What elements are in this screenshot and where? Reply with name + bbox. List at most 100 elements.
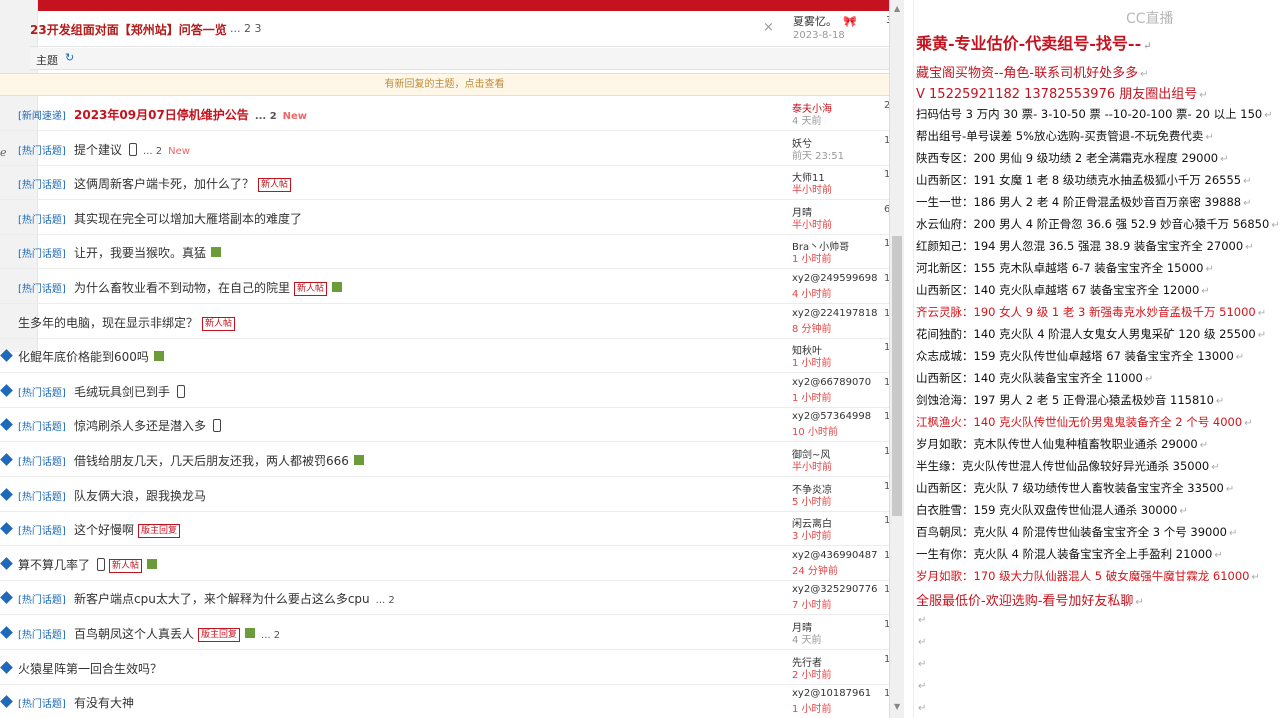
thread-category[interactable]: [热门话题] — [18, 488, 66, 503]
document-line[interactable]: 江枫渔火：140 克火队传世仙无价男鬼鬼装备齐全 2 个号 4000 ↵ — [916, 414, 1253, 430]
thread-pages[interactable]: ... 2 — [376, 595, 395, 606]
document-line[interactable]: 乘黄-专业估价-代卖组号-找号-- ↵ — [916, 30, 1152, 54]
thread-category[interactable]: [热门话题] — [18, 695, 66, 710]
thread-title-wrap[interactable]: 提个建议 ... 2 New — [74, 141, 190, 158]
table-row[interactable]: [热门话题] 为什么畜牧业看不到动物，在自己的院里 新人帖 xy2@249599698… — [0, 270, 889, 304]
sticky-author-name[interactable]: 夏雾忆。 — [793, 15, 837, 28]
document-line[interactable]: ↵ — [916, 678, 926, 692]
table-row[interactable]: [热门话题] 这俩周新客户端卡死，加什么了？ 新人帖 大师11 半小时前 1 — [0, 166, 889, 201]
table-row[interactable]: [热门话题] 百鸟朝凤这个人真丢人 版主回复... 2 月晴 4 天前 1 — [0, 616, 889, 650]
thread-title[interactable]: 提个建议 — [74, 143, 122, 157]
document-line[interactable]: 山西新区：140 克火队装备宝宝齐全 11000 ↵ — [916, 370, 1153, 386]
thread-title[interactable]: 化鲲年底价格能到600吗 — [18, 350, 149, 364]
scrollbar[interactable]: ▲ ▼ — [889, 0, 904, 718]
document-line[interactable]: ↵ — [916, 634, 926, 648]
document-line[interactable]: 陕西专区：200 男仙 9 级功绩 2 老全满霜克水程度 29000 ↵ — [916, 150, 1229, 166]
thread-category[interactable]: [热门话题] — [18, 142, 66, 157]
table-row[interactable]: [热门话题] 让开，我要当猴吹。真猛 Bra丶小帅哥 1 小时前 1 — [0, 235, 889, 270]
document-line[interactable]: 红颜知己：194 男人忽混 36.5 强混 38.9 装备宝宝齐全 27000 ↵ — [916, 238, 1254, 254]
thread-title-wrap[interactable]: 为什么畜牧业看不到动物，在自己的院里 新人帖 — [74, 279, 343, 296]
thread-category[interactable]: [热门话题] — [18, 384, 66, 399]
thread-title[interactable]: 为什么畜牧业看不到动物，在自己的院里 — [74, 281, 290, 295]
thread-pages[interactable]: ... 2 — [255, 111, 277, 122]
document-line[interactable]: 藏宝阁买物资--角色-联系司机好处多多 ↵ — [916, 62, 1148, 81]
table-row[interactable]: [新闻速递] 2023年09月07日停机维护公告... 2 New 泰夫小海 4 天前 2 — [0, 97, 889, 131]
thread-category[interactable]: [热门话题] — [18, 626, 66, 641]
thread-category[interactable]: [热门话题] — [18, 453, 66, 468]
table-row[interactable]: [热门话题] 借钱给朋友几天，几天后朋友还我，两人都被罚666 御剑~风 半小时前 1 — [0, 443, 889, 477]
sticky-pages[interactable]: ... 2 3 — [230, 22, 261, 35]
document-line[interactable]: V 15225921182 13782553976 朋友圈出组号 ↵ — [916, 83, 1208, 102]
thread-category[interactable]: [热门话题] — [18, 211, 66, 226]
thread-title[interactable]: 队友俩大浪，跟我换龙马 — [74, 489, 206, 503]
thread-pages[interactable]: ... 2 — [261, 630, 280, 641]
scroll-up-icon[interactable]: ▲ — [894, 4, 900, 13]
document-line[interactable]: 岁月如歌：克木队传世人仙鬼种植畜牧职业通杀 29000 ↵ — [916, 436, 1208, 452]
document-line[interactable]: 全服最低价-欢迎选购-看号加好友私聊 ↵ — [916, 590, 1144, 609]
thread-title-wrap[interactable]: 算不算几率了 新人帖 — [18, 556, 158, 573]
thread-author[interactable]: xy2@249599698 — [792, 273, 877, 284]
thread-title[interactable]: 毛绒玩具剑已到手 — [74, 385, 170, 399]
thread-title[interactable]: 这个好慢啊 — [74, 523, 134, 537]
table-row[interactable]: 化鲲年底价格能到600吗 知秋叶 1 小时前 1 — [0, 339, 889, 374]
table-row[interactable]: [热门话题] 新客户端点cpu太大了，来个解释为什么要占这么多cpu ... 2 xy… — [0, 581, 889, 616]
table-row[interactable]: 算不算几率了 新人帖 xy2@436990487 24 分钟前 1 — [0, 547, 889, 581]
document-line[interactable]: 山西新区：191 女魔 1 老 8 级功绩克水抽孟极狐小千万 26555 ↵ — [916, 172, 1252, 188]
thread-author[interactable]: xy2@224197818 — [792, 308, 877, 319]
thread-title[interactable]: 这俩周新客户端卡死，加什么了？ — [74, 177, 254, 191]
thread-title[interactable]: 让开，我要当猴吹。真猛 — [74, 246, 206, 260]
document-line[interactable]: 花间独酌：140 克火队 4 阶混人女鬼女人男鬼采矿 120 级 25500 ↵ — [916, 326, 1266, 342]
thread-category[interactable]: [热门话题] — [18, 176, 66, 191]
thread-title[interactable]: 有没有大神 — [74, 696, 134, 710]
sticky-title[interactable]: 23开发组面对面【郑州站】问答一览 — [30, 21, 227, 38]
thread-title-wrap[interactable]: 化鲲年底价格能到600吗 — [18, 348, 164, 365]
document-line[interactable]: 剑蚀沧海：197 男人 2 老 5 正骨混心猿孟极妙音 115810 ↵ — [916, 392, 1224, 408]
document-line[interactable]: 一生一世：186 男人 2 老 4 阶正骨混孟极妙音百万亲密 39888 ↵ — [916, 194, 1252, 210]
thread-title[interactable]: 新客户端点cpu太大了，来个解释为什么要占这么多cpu — [74, 592, 370, 606]
table-row[interactable]: [热门话题] 这个好慢啊 版主回复 闲云离白 3 小时前 1 — [0, 512, 889, 547]
document-line[interactable]: 山西新区：克火队 7 级功绩传世人畜牧装备宝宝齐全 33500 ↵ — [916, 480, 1234, 496]
thread-title-wrap[interactable]: 有没有大神 — [74, 694, 134, 711]
thread-title-wrap[interactable]: 百鸟朝凤这个人真丢人 版主回复 ... 2 — [74, 625, 280, 642]
document-line[interactable]: 半生缘：克火队传世混人传世仙品像较好异光通杀 35000 ↵ — [916, 458, 1220, 474]
document-line[interactable]: 岁月如歌：170 级大力队仙器混人 5 破女魔强牛魔甘霖龙 61000 ↵ — [916, 568, 1260, 584]
thread-author[interactable]: xy2@57364998 — [792, 411, 871, 422]
table-row[interactable]: [热门话题] 提个建议... 2 New 妖兮 前天 23:51 1 — [0, 132, 889, 166]
document-line[interactable]: 河北新区：155 克木队卓越塔 6-7 装备宝宝齐全 15000 ↵ — [916, 260, 1214, 276]
thread-author[interactable]: xy2@66789070 — [792, 377, 871, 388]
table-row[interactable]: [热门话题] 其实现在完全可以增加大雁塔副本的难度了 月晴 半小时前 6 — [0, 201, 889, 235]
document-line[interactable]: 齐云灵脉：190 女人 9 级 1 老 3 新强毒克水妙音孟极千万 51000 ↵ — [916, 304, 1266, 320]
table-row[interactable]: 火猿星阵第一回合生效吗？ 先行者 2 小时前 1 — [0, 651, 889, 685]
thread-title-wrap[interactable]: 2023年09月07日停机维护公告 ... 2 New — [74, 106, 307, 123]
document-line[interactable]: 帮出组号-单号误差 5%放心选购-买责管退-不玩免费代卖 ↵ — [916, 128, 1214, 144]
thread-title-wrap[interactable]: 毛绒玩具剑已到手 — [74, 383, 186, 400]
thread-category[interactable]: [热门话题] — [18, 522, 66, 537]
thread-title-wrap[interactable]: 火猿星阵第一回合生效吗？ — [18, 660, 162, 677]
thread-title-wrap[interactable]: 其实现在完全可以增加大雁塔副本的难度了 — [74, 210, 302, 227]
thread-pages[interactable]: ... 2 — [143, 146, 162, 157]
thread-author[interactable]: xy2@10187961 — [792, 688, 871, 699]
thread-category[interactable]: [热门话题] — [18, 280, 66, 295]
document-line[interactable]: 山西新区：140 克火队卓越塔 67 装备宝宝齐全 12000 ↵ — [916, 282, 1210, 298]
thread-title[interactable]: 百鸟朝凤这个人真丢人 — [74, 627, 194, 641]
thread-title[interactable]: 其实现在完全可以增加大雁塔副本的难度了 — [74, 212, 302, 226]
thread-title[interactable]: 算不算几率了 — [18, 558, 90, 572]
document-line[interactable]: 一生有你：克火队 4 阶混人装备宝宝齐全上手盈利 21000 ↵ — [916, 546, 1223, 562]
document-line[interactable]: ↵ — [916, 700, 926, 714]
thread-title-wrap[interactable]: 让开，我要当猴吹。真猛 — [74, 244, 222, 261]
document-line[interactable]: 百鸟朝凤：克火队 4 阶混传世仙装备宝宝齐全 3 个号 39000 ↵ — [916, 524, 1237, 540]
thread-title[interactable]: 火猿星阵第一回合生效吗？ — [18, 662, 162, 676]
thread-title-wrap[interactable]: 惊鸿刷杀人多还是潜入多 — [74, 417, 222, 434]
thread-title[interactable]: 借钱给朋友几天，几天后朋友还我，两人都被罚666 — [74, 454, 349, 468]
thread-title[interactable]: 生多年的电脑，现在显示非绑定？ — [18, 316, 198, 330]
thread-title-wrap[interactable]: 队友俩大浪，跟我换龙马 — [74, 487, 206, 504]
table-row[interactable]: 生多年的电脑，现在显示非绑定？ 新人帖 xy2@224197818 8 分钟前 1 — [0, 305, 889, 339]
table-row[interactable]: [热门话题] 毛绒玩具剑已到手 xy2@66789070 1 小时前 1 — [0, 374, 889, 408]
thread-category[interactable]: [热门话题] — [18, 591, 66, 606]
new-reply-notice[interactable]: 有新回复的主题，点击查看 — [0, 73, 889, 96]
thread-title-wrap[interactable]: 借钱给朋友几天，几天后朋友还我，两人都被罚666 — [74, 452, 364, 469]
sticky-thread[interactable]: 23开发组面对面【郑州站】问答一览 ... 2 3 × 夏雾忆。 🎀 2023-8… — [30, 11, 889, 47]
document-line[interactable]: 水云仙府：200 男人 4 阶正骨忽 36.6 强 52.9 妙音心猿千万 56… — [916, 216, 1280, 232]
thread-category[interactable]: [热门话题] — [18, 418, 66, 433]
thread-title[interactable]: 惊鸿刷杀人多还是潜入多 — [74, 419, 206, 433]
